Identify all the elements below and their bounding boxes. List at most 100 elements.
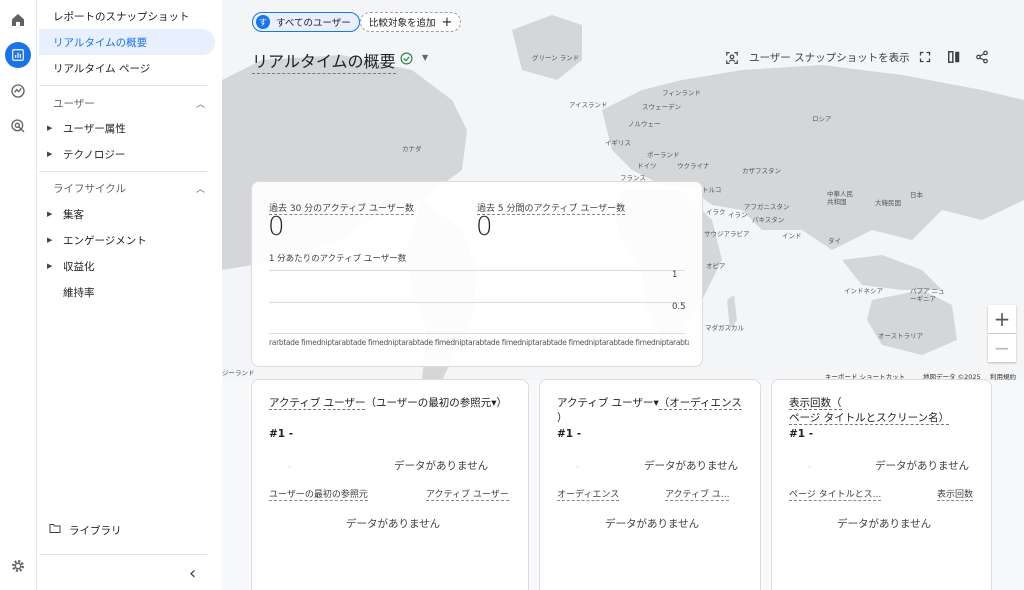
nav-library[interactable]: ライブラリ (49, 519, 209, 541)
placeholder-dot: · (288, 463, 291, 472)
nav-section-lifecycle[interactable]: ライフサイクル ︿ (53, 181, 205, 196)
nav-section-user[interactable]: ユーザー ︿ (53, 96, 205, 111)
column-header-first-source[interactable]: ユーザーの最初の参照元 (269, 487, 368, 501)
nav-divider (39, 554, 207, 555)
caret-right-icon: ▶ (47, 262, 53, 270)
fullscreen-icon[interactable] (919, 51, 931, 63)
nav-divider (39, 85, 207, 86)
map-label: スウェーデン (642, 103, 681, 111)
no-data-message: データがありません (644, 460, 739, 472)
card-title[interactable]: 表示回数（ ページ タイトルとスクリーン名） (789, 396, 950, 426)
no-data-message: データがありません (346, 518, 441, 530)
nav-acquisition[interactable]: ▶ 集客 (47, 203, 207, 225)
nav-label: テクノロジー (63, 148, 126, 161)
add-comparison-button[interactable]: 比較対象を追加 + (360, 12, 462, 32)
realtime-users-card: 過去 30 分のアクティブ ユーザー数 0 過去 5 分間のアクティブ ユーザー… (251, 181, 703, 367)
column-header-active-users[interactable]: アクティブ ユーザー (426, 487, 509, 501)
map-label: 大韓民国 (875, 199, 901, 207)
rank-label: #1 - (789, 428, 814, 440)
nav-engagement[interactable]: ▶ エンゲージメント (47, 229, 207, 251)
plus-icon: + (441, 14, 453, 30)
map-label: トルコ (702, 186, 722, 194)
nav-technology[interactable]: ▶ テクノロジー (47, 143, 207, 165)
rank-label: #1 - (269, 428, 294, 440)
map-label: イギリス (605, 139, 631, 147)
per-minute-label: 1 分あたりのアクティブ ユーザー数 (269, 254, 407, 264)
no-data-message: データがありません (394, 460, 489, 472)
chevron-down-icon[interactable]: ▼ (422, 53, 428, 62)
nav-label: 収益化 (63, 260, 95, 273)
terms-link[interactable]: 利用規約 (990, 371, 1016, 381)
grid-line (269, 270, 685, 271)
main-content: グリーン ランド フィンランド アイスランド スウェーデン ノルウェー ロシア … (222, 0, 1024, 590)
column-header-active-users[interactable]: アクティブ ユ... (665, 487, 730, 501)
explore-icon[interactable] (7, 80, 29, 102)
check-circle-icon[interactable] (400, 52, 413, 65)
grid-line (269, 302, 685, 303)
nav-label: エンゲージメント (63, 234, 147, 247)
advertising-icon[interactable] (7, 115, 29, 137)
compare-columns-icon[interactable] (947, 50, 961, 64)
zoom-in-button[interactable]: + (988, 305, 1016, 333)
first-source-card: アクティブ ユーザー（ユーザーの最初の参照元▾） #1 - · データがありませ… (251, 379, 529, 590)
nav-monetization[interactable]: ▶ 収益化 (47, 255, 207, 277)
no-data-message: データがありません (875, 460, 970, 472)
title-paren: ） (557, 412, 568, 424)
metric-selector[interactable]: 表示回数（ (789, 397, 842, 410)
active-users-5min-value: 0 (476, 212, 493, 242)
active-users-30min-label[interactable]: 過去 30 分のアクティブ ユーザー数 (269, 201, 414, 215)
nav-retention[interactable]: 維持率 (47, 281, 207, 303)
nav-report-snapshot[interactable]: レポートのスナップショット (39, 3, 215, 29)
segment-chip-all-users[interactable]: す すべてのユーザー (252, 12, 360, 32)
user-snapshot-icon (726, 51, 738, 64)
page-views-card: 表示回数（ ページ タイトルとスクリーン名） #1 - · データがありません ペ… (771, 379, 992, 590)
nav-realtime-overview[interactable]: リアルタイムの概要 (39, 29, 215, 55)
nav-label: ライブラリ (69, 524, 122, 537)
view-user-snapshot-button[interactable]: ユーザー スナップショットを表示 (725, 50, 910, 65)
gear-icon[interactable] (7, 555, 29, 577)
reports-icon[interactable] (5, 42, 31, 68)
dimension-selector[interactable]: ページ タイトルとスクリーン名） (789, 412, 950, 425)
no-data-message: データがありません (837, 518, 932, 530)
report-nav: レポートのスナップショット リアルタイムの概要 リアルタイム ページ ユーザー … (37, 0, 222, 590)
placeholder-dot: · (576, 463, 579, 472)
segment-avatar: す (256, 15, 270, 29)
column-header-page-title[interactable]: ページ タイトルとス... (789, 487, 882, 501)
nav-realtime-page[interactable]: リアルタイム ページ (39, 55, 215, 81)
view-user-snapshot-label: ユーザー スナップショットを表示 (749, 52, 910, 64)
y-tick-1: 1 (672, 270, 678, 280)
map-label: オーストラリア (878, 332, 924, 340)
map-label: イラン (728, 211, 748, 219)
card-title[interactable]: アクティブ ユーザー（ユーザーの最初の参照元▾） (269, 396, 507, 411)
dimension-selector[interactable]: （オーディエンス (658, 397, 742, 410)
nav-user-attributes[interactable]: ▶ ユーザー属性 (47, 117, 207, 139)
collapse-nav-button[interactable]: ‹ (189, 563, 196, 584)
dimension-selector[interactable]: （ユーザーの最初の参照元▾） (365, 397, 507, 409)
share-icon[interactable] (975, 50, 989, 64)
nav-label: 維持率 (63, 286, 95, 299)
metric-selector[interactable]: アクティブ ユーザー (269, 397, 366, 410)
y-tick-0-5: 0.5 (672, 302, 686, 312)
map-label: ポーランド (647, 151, 680, 159)
add-comparison-label: 比較対象を追加 (369, 18, 436, 29)
map-label: インドネシア (844, 287, 883, 295)
map-label: オピア (706, 262, 726, 270)
active-users-5min-label[interactable]: 過去 5 分間のアクティブ ユーザー数 (477, 201, 626, 215)
home-icon[interactable] (7, 9, 29, 31)
column-header-views[interactable]: 表示回数 (937, 487, 974, 501)
folder-icon (49, 523, 69, 537)
column-header-audience[interactable]: オーディエンス (557, 487, 620, 501)
map-label: アイスランド (569, 101, 608, 109)
nav-divider (39, 171, 207, 172)
map-label: カナダ (402, 145, 422, 153)
map-label: マダガスカル (705, 324, 744, 332)
map-label: フィンランド (662, 89, 701, 97)
zoom-out-button[interactable]: − (988, 334, 1016, 362)
placeholder-dot: · (808, 463, 811, 472)
map-label: ジーランド (222, 369, 255, 377)
metric-selector[interactable]: アクティブ ユーザー▾ (557, 397, 659, 409)
card-title[interactable]: アクティブ ユーザー▾（オーディエンス ） (557, 396, 742, 426)
icon-rail (0, 0, 37, 590)
rank-label: #1 - (557, 428, 582, 440)
x-axis-labels: rarbtade fimedniptarabtade fimedniptarab… (269, 338, 689, 347)
